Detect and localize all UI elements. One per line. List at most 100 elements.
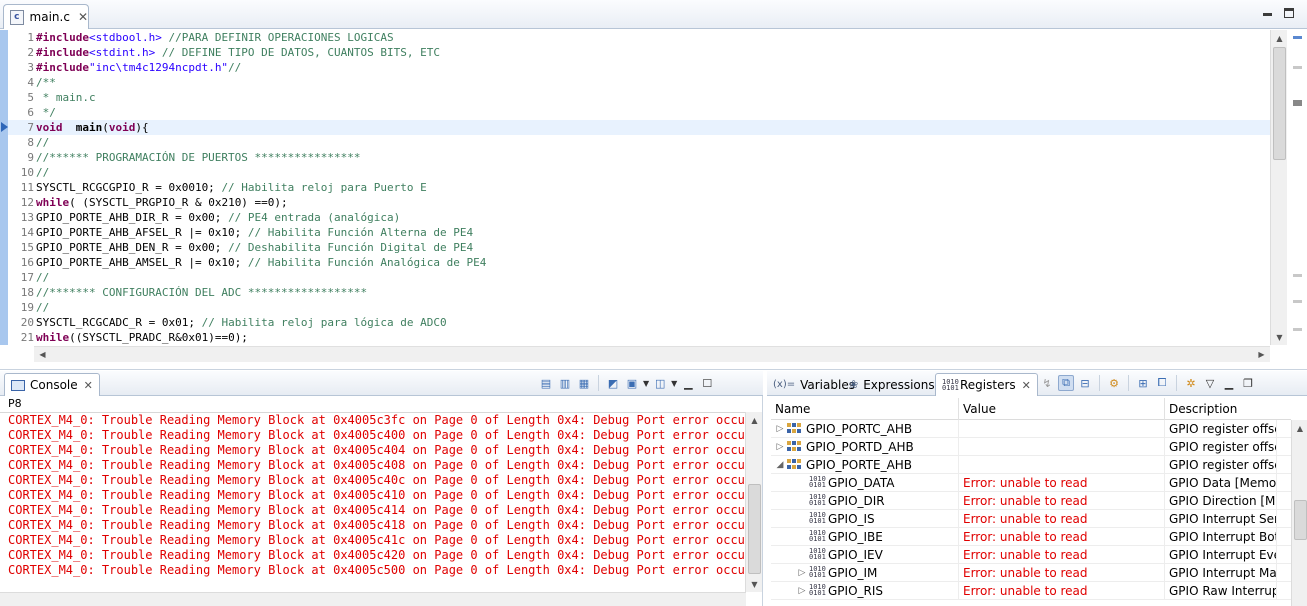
table-row[interactable]: ◢ GPIO_PORTE_AHB GPIO register offsets (771, 456, 1291, 474)
editor-vertical-scrollbar[interactable]: ▲ ▼ (1270, 30, 1287, 345)
code-line[interactable]: 12 while( (SYSCTL_PRGPIO_R & 0x210) ==0); (0, 195, 1270, 210)
code-line[interactable]: 16 GPIO_PORTE_AHB_AMSEL_R |= 0x10; // Hab… (0, 255, 1270, 270)
close-icon[interactable]: ✕ (1022, 379, 1031, 392)
table-row[interactable]: 1010 0101 GPIO_DATA Error: unable to read GP… (771, 474, 1291, 492)
code-line[interactable]: 9//****** PROGRAMACIÓN DE PUERTOS ******… (0, 150, 1270, 165)
register-value[interactable]: Error: unable to read (959, 546, 1165, 564)
scrollbar-thumb[interactable] (748, 484, 761, 574)
close-icon[interactable]: ✕ (78, 10, 88, 24)
chevron-down-icon[interactable]: ▼ (671, 379, 677, 388)
code-token: main (75, 121, 103, 134)
column-header-description[interactable]: Description (1165, 398, 1291, 420)
restore-icon[interactable]: ❐ (1240, 375, 1256, 391)
code-line[interactable]: 17// (0, 270, 1270, 285)
collapse-all-icon[interactable]: ⊟ (1077, 375, 1093, 391)
collapsed-chevron-icon[interactable]: ▷ (797, 582, 807, 600)
register-value[interactable]: Error: unable to read (959, 528, 1165, 546)
code-line[interactable]: 19// (0, 300, 1270, 315)
view-menu-icon[interactable]: ▽ (1202, 375, 1218, 391)
code-line[interactable]: 4/** (0, 75, 1270, 90)
maximize-button[interactable] (1283, 7, 1295, 19)
tab-registers[interactable]: 1010 0101 Registers ✕ (935, 373, 1038, 396)
pin-console-icon[interactable]: ◩ (605, 375, 621, 391)
code-line[interactable]: 10// (0, 165, 1270, 180)
scroll-right-icon[interactable]: ▶ (1253, 347, 1270, 362)
word-wrap-icon[interactable]: ▦ (576, 375, 592, 391)
minimize-button[interactable] (1261, 7, 1273, 19)
overview-ruler[interactable] (1290, 30, 1304, 345)
column-header-name[interactable]: Name (771, 398, 959, 420)
table-row[interactable]: ▷ 1010 0101 GPIO_IM Error: unable to read GPI… (771, 564, 1291, 582)
show-type-names-icon[interactable]: ⧉ (1058, 375, 1074, 391)
code-line[interactable]: 6 */ (0, 105, 1270, 120)
code-line[interactable]: 3 #include"inc\tm4c1294ncpdt.h"// (0, 60, 1270, 75)
scroll-left-icon[interactable]: ◀ (34, 347, 51, 362)
scroll-up-icon[interactable]: ▲ (1292, 420, 1307, 436)
scroll-up-icon[interactable]: ▲ (746, 412, 763, 428)
minimize-icon[interactable]: ▁ (1221, 375, 1237, 391)
chevron-down-icon[interactable]: ▼ (643, 379, 649, 388)
console-vertical-scrollbar[interactable]: ▲ ▼ (745, 412, 762, 592)
register-value[interactable] (959, 438, 1165, 456)
refresh-icon[interactable]: ↯ (1039, 375, 1055, 391)
scrollbar-thumb[interactable] (1273, 47, 1286, 160)
editor-horizontal-scrollbar[interactable]: ◀ ▶ (34, 346, 1270, 362)
close-icon[interactable]: ✕ (84, 379, 93, 392)
code-line[interactable]: 21 while((SYSCTL_PRADC_R&0x01)==0); (0, 330, 1270, 345)
code-line[interactable]: 18//******* CONFIGURACIÓN DEL ADC ******… (0, 285, 1270, 300)
tab-console[interactable]: Console ✕ (4, 373, 100, 396)
register-value[interactable]: Error: unable to read (959, 510, 1165, 528)
code-line[interactable]: 11 SYSCTL_RCGCGPIO_R = 0x0010; // Habilit… (0, 180, 1270, 195)
table-row[interactable]: 1010 0101 GPIO_IBE Error: unable to read GPI… (771, 528, 1291, 546)
code-editor[interactable]: 1 #include<stdbool.h> //PARA DEFINIR OPER… (0, 30, 1270, 345)
code-text: SYSCTL_RCGCGPIO_R = 0x0010; // Habilita … (36, 180, 427, 195)
code-line[interactable]: 8// (0, 135, 1270, 150)
clear-console-icon[interactable]: ▤ (538, 375, 554, 391)
table-row[interactable]: ▷ GPIO_PORTD_AHB GPIO register offsets (771, 438, 1291, 456)
scroll-up-icon[interactable]: ▲ (1271, 30, 1288, 46)
minimize-icon[interactable]: ▁ (680, 375, 696, 391)
tab-main-c[interactable]: c main.c ✕ (3, 4, 89, 29)
settings-icon[interactable]: ✲ (1183, 375, 1199, 391)
collapsed-chevron-icon[interactable]: ▷ (797, 564, 807, 582)
table-row[interactable]: ▷ GPIO_PORTC_AHB GPIO register offsets (771, 420, 1291, 438)
register-value[interactable] (959, 420, 1165, 438)
expanded-chevron-icon[interactable]: ◢ (775, 456, 785, 474)
tab-expressions[interactable]: ❀ Expressions (843, 373, 941, 396)
register-value[interactable]: Error: unable to read (959, 582, 1165, 600)
table-row[interactable]: 1010 0101 GPIO_IS Error: unable to read GPIO… (771, 510, 1291, 528)
display-console-icon[interactable]: ▣ (624, 375, 640, 391)
scroll-down-icon[interactable]: ▼ (746, 576, 763, 592)
code-line[interactable]: 7 void main(void){ (0, 120, 1270, 135)
edit-register-group-icon[interactable]: ⧠ (1154, 375, 1170, 391)
column-header-value[interactable]: Value (959, 398, 1165, 420)
add-register-group-icon[interactable]: ⊞ (1135, 375, 1151, 391)
tab-label: Console (30, 378, 78, 392)
code-line[interactable]: 13 GPIO_PORTE_AHB_DIR_R = 0x00; // PE4 en… (0, 210, 1270, 225)
register-value[interactable]: Error: unable to read (959, 564, 1165, 582)
table-row[interactable]: 1010 0101 GPIO_IEV Error: unable to read GPI… (771, 546, 1291, 564)
collapsed-chevron-icon[interactable]: ▷ (775, 420, 785, 438)
table-row[interactable]: ▷ 1010 0101 GPIO_RIS Error: unable to read GP… (771, 582, 1291, 600)
scrollbar-thumb[interactable] (1294, 500, 1307, 540)
console-output[interactable]: CORTEX_M4_0: Trouble Reading Memory Bloc… (0, 412, 746, 592)
code-line[interactable]: 20 SYSCTL_RCGCADC_R = 0x01; // Habilita r… (0, 315, 1270, 330)
maximize-icon[interactable]: ☐ (699, 375, 715, 391)
register-value[interactable]: Error: unable to read (959, 492, 1165, 510)
open-console-icon[interactable]: ◫ (652, 375, 668, 391)
collapsed-chevron-icon[interactable]: ▷ (775, 438, 785, 456)
table-row[interactable]: 1010 0101 GPIO_DIR Error: unable to read GPI… (771, 492, 1291, 510)
code-line[interactable]: 1 #include<stdbool.h> //PARA DEFINIR OPER… (0, 30, 1270, 45)
register-group-icon[interactable]: ⚙ (1106, 375, 1122, 391)
scroll-lock-icon[interactable]: ▥ (557, 375, 573, 391)
code-line[interactable]: 5 * main.c (0, 90, 1270, 105)
registers-vertical-scrollbar[interactable]: ▲ (1291, 420, 1307, 606)
scroll-down-icon[interactable]: ▼ (1271, 329, 1288, 345)
register-value[interactable] (959, 456, 1165, 474)
register-value[interactable]: Error: unable to read (959, 474, 1165, 492)
code-token: ((SYSCTL_PRADC_R&0x01)==0); (69, 331, 248, 344)
code-line[interactable]: 14 GPIO_PORTE_AHB_AFSEL_R |= 0x10; // Hab… (0, 225, 1270, 240)
code-line[interactable]: 15 GPIO_PORTE_AHB_DEN_R = 0x00; // Deshab… (0, 240, 1270, 255)
console-horizontal-scrollbar[interactable] (0, 592, 746, 606)
code-line[interactable]: 2 #include<stdint.h> // DEFINE TIPO DE DA… (0, 45, 1270, 60)
